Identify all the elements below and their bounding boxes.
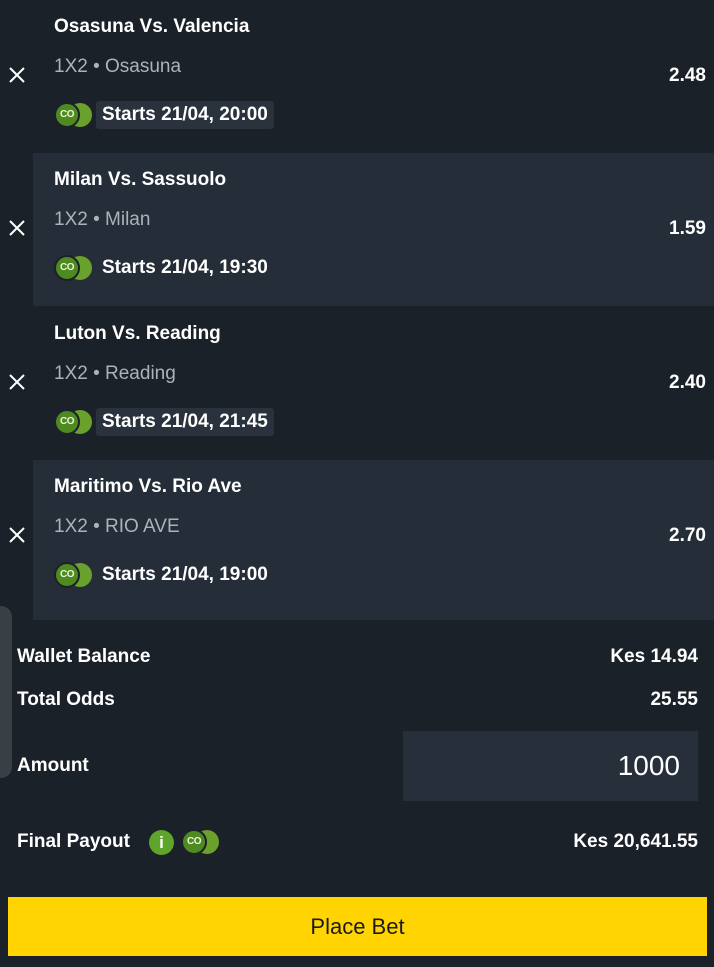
market-selection: 1X2 • Osasuna: [54, 56, 182, 77]
bet-summary: Wallet Balance Kes 14.94 Total Odds 25.5…: [0, 606, 714, 967]
coin-icon: CO: [54, 255, 92, 281]
close-icon[interactable]: [7, 65, 27, 85]
final-payout-value: Kes 20,641.55: [573, 831, 698, 852]
odds-value: 2.40: [669, 372, 706, 393]
match-name: Osasuna Vs. Valencia: [54, 16, 250, 37]
total-odds-value: 25.55: [650, 689, 698, 710]
odds-value: 1.59: [669, 218, 706, 239]
start-time: Starts 21/04, 20:00: [96, 101, 274, 129]
close-icon[interactable]: [7, 525, 27, 545]
total-odds-label: Total Odds: [17, 689, 115, 710]
bet-item: Maritimo Vs. Rio Ave 1X2 • RIO AVE 2.70 …: [0, 460, 714, 620]
amount-label: Amount: [17, 755, 89, 776]
odds-value: 2.70: [669, 525, 706, 546]
start-time: Starts 21/04, 21:45: [96, 408, 274, 436]
wallet-balance-value: Kes 14.94: [610, 646, 698, 667]
market-selection: 1X2 • Milan: [54, 209, 151, 230]
close-icon[interactable]: [7, 372, 27, 392]
coin-icon: CO: [54, 562, 92, 588]
place-bet-button[interactable]: Place Bet: [8, 897, 707, 956]
coin-icon: CO: [54, 409, 92, 435]
bet-item: Milan Vs. Sassuolo 1X2 • Milan 1.59 CO S…: [0, 153, 714, 306]
start-time-row: CO Starts 21/04, 19:30: [54, 250, 274, 286]
coin-icon: CO: [54, 102, 92, 128]
info-icon[interactable]: i: [149, 830, 174, 855]
drag-handle[interactable]: [0, 606, 12, 778]
start-time-row: CO Starts 21/04, 20:00: [54, 97, 274, 133]
market-selection: 1X2 • RIO AVE: [54, 516, 180, 537]
start-time-row: CO Starts 21/04, 19:00: [54, 557, 274, 593]
start-time: Starts 21/04, 19:00: [102, 564, 268, 585]
match-name: Luton Vs. Reading: [54, 323, 221, 344]
close-icon[interactable]: [7, 218, 27, 238]
odds-value: 2.48: [669, 65, 706, 86]
amount-input[interactable]: 1000: [403, 731, 698, 801]
bet-item: Luton Vs. Reading 1X2 • Reading 2.40 CO …: [0, 307, 714, 460]
match-name: Milan Vs. Sassuolo: [54, 169, 227, 190]
coin-icon: CO: [181, 829, 219, 855]
start-time-row: CO Starts 21/04, 21:45: [54, 404, 274, 440]
start-time: Starts 21/04, 19:30: [102, 257, 268, 278]
bet-item: Osasuna Vs. Valencia 1X2 • Osasuna 2.48 …: [0, 0, 714, 153]
wallet-balance-label: Wallet Balance: [17, 646, 151, 667]
market-selection: 1X2 • Reading: [54, 363, 176, 384]
final-payout-label: Final Payout: [17, 831, 130, 852]
match-name: Maritimo Vs. Rio Ave: [54, 476, 242, 497]
